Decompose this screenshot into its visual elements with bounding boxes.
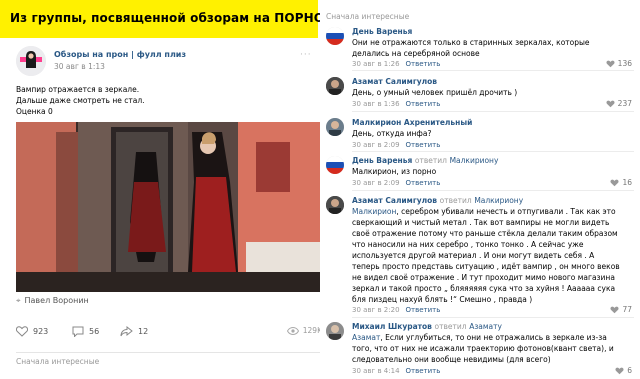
pin-icon: ⌖ xyxy=(16,296,21,305)
comment-like-count: 136 xyxy=(617,59,632,68)
comment-button[interactable]: 56 xyxy=(72,326,99,337)
comment-icon xyxy=(72,326,84,337)
comment-text: День, о умный человек пришёл дрочить ) xyxy=(352,88,518,97)
like-count: 923 xyxy=(33,327,49,336)
comment-author-link[interactable]: День Варенья xyxy=(352,156,412,165)
photo-credit[interactable]: ⌖ Павел Воронин xyxy=(16,296,89,306)
comment-date[interactable]: 30 авг в 2:09 xyxy=(352,179,400,187)
comment-meta: 30 авг в 1:36 Ответить xyxy=(352,100,440,108)
eye-icon xyxy=(286,326,299,335)
group-avatar[interactable] xyxy=(16,46,46,76)
divider xyxy=(352,190,634,191)
group-name-link[interactable]: Обзоры на прон | фулл плиз xyxy=(54,50,186,59)
heart-icon xyxy=(615,367,624,374)
comment-author[interactable]: День Варенья xyxy=(352,27,412,36)
comments-panel: Сначала интересные День Варенья Они не о… xyxy=(320,0,640,379)
comment-meta: 30 авг в 2:09 Ответить xyxy=(352,141,440,149)
comment-meta: 30 авг в 2:20 Ответить xyxy=(352,306,440,314)
post-date[interactable]: 30 авг в 1:13 xyxy=(54,62,105,71)
avatar[interactable] xyxy=(326,196,344,214)
comment-text: День, откуда инфа? xyxy=(352,129,432,138)
comment-text: Малкирион, серебром убивали нечесть и от… xyxy=(352,206,624,305)
comment-sort-dropdown[interactable]: Сначала интересные xyxy=(326,12,409,21)
heart-icon xyxy=(606,100,615,107)
divider xyxy=(352,70,634,71)
comment-meta: 30 авг в 4:14 Ответить xyxy=(352,367,440,375)
comment-author: Азамат Салимгулов ответил Малкириону xyxy=(352,196,523,205)
avatar[interactable] xyxy=(326,156,344,174)
comment-text: Малкирион, из порно xyxy=(352,167,437,176)
reply-button[interactable]: Ответить xyxy=(406,179,441,187)
comment-meta: 30 авг в 1:26 Ответить xyxy=(352,60,440,68)
share-button[interactable]: 12 xyxy=(120,326,148,337)
divider xyxy=(352,111,634,112)
post-text-line: Вампир отражается в зеркале. xyxy=(16,85,140,94)
comment-date[interactable]: 30 авг в 2:20 xyxy=(352,306,400,314)
comment-author[interactable]: Азамат Салимгулов xyxy=(352,77,437,86)
photo-credit-name: Павел Воронин xyxy=(24,296,89,305)
comment-author: Михаил Шкуратов ответил Азамату xyxy=(352,322,502,331)
reply-button[interactable]: Ответить xyxy=(406,141,441,149)
replied-label: ответил xyxy=(434,322,467,331)
comment-like-button[interactable]: 16 xyxy=(610,178,632,187)
avatar[interactable] xyxy=(326,77,344,95)
heart-icon xyxy=(610,306,619,313)
heart-icon xyxy=(606,60,615,67)
avatar[interactable] xyxy=(326,118,344,136)
reply-button[interactable]: Ответить xyxy=(406,60,441,68)
reply-to-link[interactable]: Малкириону xyxy=(474,196,523,205)
reply-button[interactable]: Ответить xyxy=(406,306,441,314)
post-text: Вампир отражается в зеркале. Дальше даже… xyxy=(16,84,145,117)
comment-like-button[interactable]: 6 xyxy=(615,366,632,375)
replied-label: ответил xyxy=(439,196,472,205)
like-button[interactable]: 923 xyxy=(16,326,48,337)
caption-banner: Из группы, посвященной обзорам на ПОРНОФ… xyxy=(0,0,390,38)
comment-date[interactable]: 30 авг в 2:09 xyxy=(352,141,400,149)
share-count: 12 xyxy=(138,327,149,336)
comment-text: Они не отражаются только в старинных зер… xyxy=(352,38,590,58)
comment-like-count: 237 xyxy=(617,99,632,108)
comment-date[interactable]: 30 авг в 4:14 xyxy=(352,367,400,375)
comment-meta: 30 авг в 2:09 Ответить xyxy=(352,179,440,187)
comment-count: 56 xyxy=(89,327,100,336)
reply-button[interactable]: Ответить xyxy=(406,100,441,108)
comment-like-button[interactable]: 77 xyxy=(610,305,632,314)
comment-like-button[interactable]: 237 xyxy=(606,99,632,108)
post-photo[interactable] xyxy=(16,122,322,292)
comment-date[interactable]: 30 авг в 1:26 xyxy=(352,60,400,68)
comment-sort-dropdown[interactable]: Сначала интересные xyxy=(16,357,99,366)
comment-like-count: 6 xyxy=(627,366,632,375)
avatar[interactable] xyxy=(326,322,344,340)
divider xyxy=(352,151,634,152)
share-icon xyxy=(120,326,133,337)
more-options-icon[interactable]: ··· xyxy=(300,50,312,60)
heart-icon xyxy=(610,179,619,186)
avatar[interactable] xyxy=(326,27,344,45)
comment-author: День Варенья ответил Малкириону xyxy=(352,156,498,165)
reply-to-link[interactable]: Малкириону xyxy=(450,156,499,165)
replied-label: ответил xyxy=(414,156,447,165)
reply-button[interactable]: Ответить xyxy=(406,367,441,375)
heart-icon xyxy=(16,326,28,337)
comment-date[interactable]: 30 авг в 1:36 xyxy=(352,100,400,108)
post-actions: 923 56 12 129K xyxy=(16,326,322,342)
comment-like-count: 16 xyxy=(622,178,632,187)
view-count: 129K xyxy=(286,326,322,335)
comment-author[interactable]: Малкирион Ахренительный xyxy=(352,118,472,127)
comment-text-body: , Если углубиться, то они не отражались … xyxy=(352,333,614,364)
divider xyxy=(352,317,634,318)
comment-author-link[interactable]: Азамат Салимгулов xyxy=(352,196,437,205)
comment-like-button[interactable]: 136 xyxy=(606,59,632,68)
comment-text-body: , серебром убивали нечесть и отпугивали … xyxy=(352,207,620,304)
comment-author-link[interactable]: Михаил Шкуратов xyxy=(352,322,432,331)
addressee-link[interactable]: Азамат xyxy=(352,333,380,342)
comment-like-count: 77 xyxy=(622,305,632,314)
comment-text: Азамат, Если углубиться, то они не отраж… xyxy=(352,332,624,365)
divider xyxy=(16,352,322,353)
reply-to-link[interactable]: Азамату xyxy=(469,322,502,331)
post-text-line: Дальше даже смотреть не стал. xyxy=(16,96,145,105)
post-text-line: Оценка 0 xyxy=(16,107,53,116)
addressee-link[interactable]: Малкирион xyxy=(352,207,396,216)
